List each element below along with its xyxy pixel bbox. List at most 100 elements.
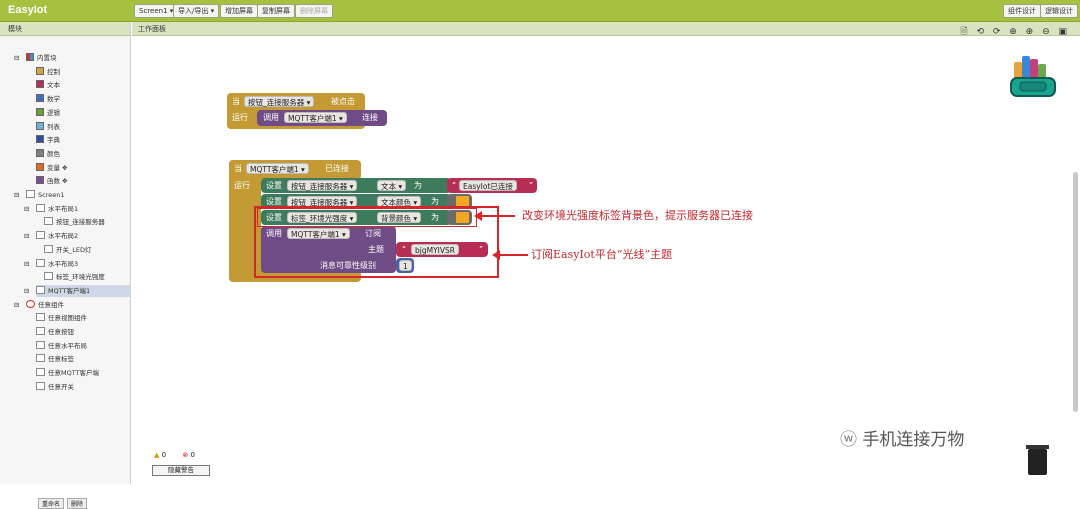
category-swatch <box>36 135 44 144</box>
tree-component[interactable]: 开关_LED灯 <box>44 244 131 256</box>
tree-component[interactable]: ⊟ MQTT客户端1 <box>24 284 131 297</box>
annotation-text-2: 订阅EasyIot平台“光线”主题 <box>531 248 673 261</box>
warnings-indicator: ▲ 0 ⊗ 0 <box>154 451 195 459</box>
tree-any-item[interactable]: 任意开关 <box>36 381 131 393</box>
tree-component[interactable]: ⊟ 水平布局2 <box>24 230 131 242</box>
text-value[interactable]: EasyIot已连接 <box>459 180 517 191</box>
component-icon <box>36 203 45 212</box>
app-logo: EasyIot <box>8 4 48 16</box>
workspace-title: 工作面板 <box>132 22 1080 36</box>
tree-category[interactable]: 控制 <box>36 66 131 78</box>
designer-button[interactable]: 组件设计 <box>1003 4 1041 18</box>
warning-icon: ▲ <box>154 451 160 459</box>
do-label: 运行 <box>234 181 250 190</box>
component-icon <box>36 327 45 335</box>
component-dropdown[interactable]: 按钮_连接服务器 ▾ <box>287 180 358 191</box>
annotation-text: 改变环境光强度标签背景色，提示服务器已连接 <box>522 209 753 222</box>
component-icon <box>36 354 45 363</box>
category-swatch <box>36 66 44 75</box>
expand-icon[interactable]: ⊟ <box>24 230 29 242</box>
arrow-head <box>474 211 482 221</box>
blocks-panel: 模块 ⊟ 内置块控制 文本数学逻辑列表 字典颜色变量 ✥ 函数 ✥ ⊟ Screen1 ⊟ 水平… <box>0 22 131 509</box>
set-label: 设置 <box>266 181 282 190</box>
component-icon <box>36 258 45 267</box>
warning-count: 0 <box>161 451 167 459</box>
expand-icon[interactable]: ⊟ <box>24 258 29 270</box>
blocks-button[interactable]: 逻辑设计 <box>1040 4 1078 18</box>
tree-category[interactable]: 函数 ✥ <box>36 175 131 187</box>
tree-component[interactable]: ⊟ 水平布局1 <box>24 203 131 215</box>
category-swatch <box>36 176 44 185</box>
import-export-menu[interactable]: 导入/导出 ▾ <box>173 4 220 18</box>
add-screen-button[interactable]: 增加屏幕 <box>220 4 258 18</box>
property-dropdown[interactable]: 文本 ▾ <box>377 180 407 191</box>
tree-any-item[interactable]: 任意MQTT客户端 <box>36 367 131 379</box>
tree-category[interactable]: 变量 ✥ <box>36 162 131 174</box>
when-label: 当 <box>232 97 240 106</box>
tree-category[interactable]: 数学 <box>36 93 131 105</box>
component-icon <box>44 244 53 253</box>
expand-icon[interactable]: ⊟ <box>14 189 19 201</box>
category-swatch <box>36 121 44 130</box>
tree-category[interactable]: 列表 <box>36 121 131 133</box>
category-swatch <box>36 94 44 103</box>
expand-icon[interactable]: ⊟ <box>24 285 29 297</box>
trash-icon[interactable] <box>1028 449 1047 475</box>
tree-category[interactable]: 颜色 <box>36 148 131 160</box>
expand-icon[interactable]: ⊟ <box>24 203 29 215</box>
any-component-icon <box>26 299 35 308</box>
tree-any-item[interactable]: 任意标签 <box>36 353 131 365</box>
tree-any-item[interactable]: 任意水平布局 <box>36 340 131 352</box>
screen-select[interactable]: Screen1 ▾ <box>134 4 179 18</box>
top-bar: EasyIot Screen1 ▾ 导入/导出 ▾ 增加屏幕 复制屏幕 删除屏幕… <box>0 0 1080 22</box>
mqtt-component-dropdown[interactable]: MQTT客户端1 ▾ <box>284 112 347 123</box>
tree-any[interactable]: ⊟ 任意组件 <box>14 299 131 311</box>
method-name: 连接 <box>362 113 378 122</box>
event-name: 已连接 <box>325 164 349 173</box>
hide-warnings-button[interactable]: 隐藏警告 <box>152 465 210 476</box>
tree-component[interactable]: 按钮_连接服务器 <box>44 216 131 228</box>
tree-component[interactable]: 标签_环境光强度 <box>44 271 131 283</box>
component-icon <box>36 368 45 377</box>
component-icon <box>36 285 45 294</box>
builtin-icon <box>26 53 34 61</box>
tree-category[interactable]: 文本 <box>36 79 131 91</box>
error-icon: ⊗ <box>182 451 189 459</box>
mqtt-component-dropdown[interactable]: MQTT客户端1 ▾ <box>246 163 309 174</box>
tree-category[interactable]: 逻辑 <box>36 107 131 119</box>
component-icon <box>36 231 45 240</box>
vertical-scrollbar[interactable] <box>1073 172 1078 412</box>
copy-screen-button[interactable]: 复制屏幕 <box>257 4 295 18</box>
category-swatch <box>36 80 44 89</box>
backpack-icon[interactable] <box>1006 52 1060 104</box>
tree-any-item[interactable]: 任意视图组件 <box>36 312 131 324</box>
category-swatch <box>36 107 44 116</box>
arrow-head <box>492 250 500 260</box>
tree-screen[interactable]: ⊟ Screen1 <box>14 189 131 201</box>
expand-icon[interactable]: ⊟ <box>14 52 19 64</box>
component-icon <box>36 340 45 349</box>
category-swatch <box>36 148 44 157</box>
expand-icon[interactable]: ⊟ <box>14 299 19 311</box>
tree-category[interactable]: 字典 <box>36 134 131 146</box>
rename-button[interactable]: 重命名 <box>38 498 65 509</box>
annotation-arrow <box>480 215 515 217</box>
screen-icon <box>26 190 35 198</box>
delete-button[interactable]: 删除 <box>67 498 88 509</box>
wechat-icon: ⓦ <box>840 430 863 450</box>
tree-builtin[interactable]: ⊟ 内置块 <box>14 52 131 64</box>
blocks-panel-title: 模块 <box>0 22 130 36</box>
component-icon <box>36 381 45 390</box>
component-icon <box>44 272 53 281</box>
delete-screen-button[interactable]: 删除屏幕 <box>295 4 333 18</box>
error-count: 0 <box>190 451 195 459</box>
call-label: 调用 <box>263 113 279 122</box>
event-name: 被点击 <box>331 97 355 106</box>
annotation-arrow <box>498 254 528 256</box>
tree-any-item[interactable]: 任意按钮 <box>36 326 131 338</box>
component-icon <box>44 217 53 226</box>
tree-component[interactable]: ⊟ 水平布局3 <box>24 258 131 270</box>
button-component-dropdown[interactable]: 按钮_连接服务器 ▾ <box>244 96 315 107</box>
watermark: ⓦ 手机连接万物 <box>840 430 965 450</box>
to-label: 为 <box>414 181 422 190</box>
